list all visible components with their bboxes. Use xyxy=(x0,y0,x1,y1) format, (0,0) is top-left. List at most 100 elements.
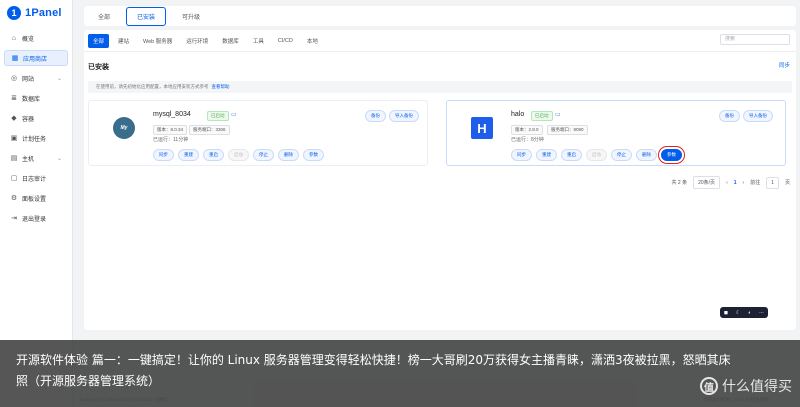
tab-installed[interactable]: 已安装 xyxy=(126,6,167,26)
sidebar-item-label: 主机 xyxy=(22,156,35,163)
tab-all[interactable]: 全部 xyxy=(88,8,120,25)
moon-icon[interactable]: ☾ xyxy=(736,310,740,316)
sidebar-item-label: 概览 xyxy=(22,36,35,43)
mysql-logo-icon: My xyxy=(113,117,135,139)
watermark-text: 什么值得买 xyxy=(722,379,792,395)
sidebar-item-label: 退出登录 xyxy=(22,216,47,223)
sidebar-item-label: 应用商店 xyxy=(23,56,48,63)
sidebar-item-label: 面板设置 xyxy=(22,196,47,203)
next-page-button[interactable]: › xyxy=(743,180,745,186)
version-tag: 版本：8.0.34 xyxy=(153,125,188,135)
goto-input[interactable]: 1 xyxy=(766,176,779,189)
brand-logo[interactable]: 1 1Panel xyxy=(0,0,72,26)
sidebar-item-logout[interactable]: ⇥ 退出登录 xyxy=(4,210,68,226)
category-database[interactable]: 数据库 xyxy=(217,34,244,48)
sidebar-item-cron[interactable]: ▣ 计划任务 xyxy=(4,130,68,146)
tab-upgradable[interactable]: 可升级 xyxy=(172,8,210,25)
halo-logo-icon: H xyxy=(471,117,493,139)
start-button[interactable]: 启动 xyxy=(228,149,249,161)
restart-button[interactable]: 重启 xyxy=(203,149,224,161)
sidebar-item-settings[interactable]: ⚙ 面板设置 xyxy=(4,190,68,206)
folder-icon[interactable]: ▭ xyxy=(231,111,237,118)
sidebar-item-label: 容器 xyxy=(22,116,35,123)
delete-button[interactable]: 删除 xyxy=(278,149,299,161)
category-local[interactable]: 本地 xyxy=(302,34,323,48)
prev-page-button[interactable]: ‹ xyxy=(726,180,728,186)
pagination: 共 2 条 20条/页 ‹ 1 › 前往 1 页 xyxy=(672,176,790,189)
category-website[interactable]: 建站 xyxy=(113,34,134,48)
page-size-select[interactable]: 20条/页 xyxy=(693,176,721,189)
backup-button[interactable]: 备份 xyxy=(365,110,386,122)
sync-action-button[interactable]: 同步 xyxy=(153,149,174,161)
logo-icon: 1 xyxy=(7,6,21,20)
home-icon: ⌂ xyxy=(11,34,17,42)
category-filter: 全部 建站 Web 服务器 运行环境 数据库 工具 CI/CD 本地 xyxy=(88,34,323,48)
runtime-text: 已运行：11分钟 xyxy=(153,137,189,143)
app-name: halo xyxy=(511,111,525,118)
goto-label: 前往 xyxy=(750,180,761,186)
category-runtime[interactable]: 运行环境 xyxy=(181,34,213,48)
params-button[interactable]: 参数 xyxy=(303,149,324,161)
category-cicd[interactable]: CI/CD xyxy=(273,35,298,47)
stop-button[interactable]: 停止 xyxy=(253,149,274,161)
installed-apps-panel: 全部 建站 Web 服务器 运行环境 数据库 工具 CI/CD 本地 搜索 已安… xyxy=(84,30,796,330)
top-tabs: 全部 已安装 可升级 xyxy=(84,6,796,26)
import-backup-button[interactable]: 导入备份 xyxy=(389,110,419,122)
category-tools[interactable]: 工具 xyxy=(248,34,269,48)
app-name: mysql_8034 xyxy=(153,111,191,118)
sidebar-item-label: 日志审计 xyxy=(22,176,47,183)
site-watermark: 值 什么值得买 xyxy=(700,376,792,396)
theme-icon[interactable]: ◐ xyxy=(748,310,751,316)
chevron-down-icon: ⌄ xyxy=(56,155,62,162)
logout-icon: ⇥ xyxy=(11,215,17,222)
more-icon[interactable]: ⋯ xyxy=(759,310,764,316)
help-link[interactable]: 查看帮助 xyxy=(212,84,230,89)
start-button[interactable]: 启动 xyxy=(586,149,607,161)
notice-banner: 在使用前，请先初始化应用配置，本地应用安装方式参考 查看帮助 xyxy=(88,81,792,93)
settings-icon: ⚙ xyxy=(10,195,18,202)
category-web-server[interactable]: Web 服务器 xyxy=(138,34,177,48)
host-icon: ▤ xyxy=(10,155,18,162)
sidebar-item-label: 数据库 xyxy=(22,96,41,103)
port-tag: 服务端口：8090 xyxy=(547,125,588,135)
sidebar-item-database[interactable]: ≣ 数据库 xyxy=(4,90,68,106)
restart-button[interactable]: 重启 xyxy=(561,149,582,161)
rebuild-button[interactable]: 重建 xyxy=(178,149,199,161)
sync-action-button[interactable]: 同步 xyxy=(511,149,532,161)
stop-button[interactable]: 停止 xyxy=(611,149,632,161)
total-count: 共 2 条 xyxy=(671,180,688,186)
page-unit: 页 xyxy=(784,180,790,186)
notice-text: 在使用前，请先初始化应用配置，本地应用安装方式参考 xyxy=(96,84,209,89)
sync-button[interactable]: 同步 xyxy=(779,61,790,69)
runtime-text: 已运行：8分钟 xyxy=(511,137,544,143)
sidebar-item-container[interactable]: ◆ 容器 xyxy=(4,110,68,126)
category-all[interactable]: 全部 xyxy=(88,34,110,48)
import-backup-button[interactable]: 导入备份 xyxy=(743,110,773,122)
backup-button[interactable]: 备份 xyxy=(719,110,740,122)
port-tag: 服务端口：3306 xyxy=(189,125,230,135)
sidebar-item-logs[interactable]: ▢ 日志审计 xyxy=(4,170,68,186)
section-title: 已安装 xyxy=(88,64,109,71)
floating-toolbar: ◼ ☾ ◐ ⋯ xyxy=(720,307,768,318)
app-card-mysql: My mysql_8034 已启动 ▭ 备份 导入备份 版本：8.0.34 服务… xyxy=(88,100,428,166)
watermark-logo-icon: 值 xyxy=(700,377,718,395)
brand-name: 1Panel xyxy=(25,7,62,19)
sidebar-item-label: 计划任务 xyxy=(22,136,47,143)
delete-button[interactable]: 删除 xyxy=(636,149,657,161)
sidebar-item-overview[interactable]: ⌂ 概览 xyxy=(4,30,68,46)
screen-icon[interactable]: ◼ xyxy=(724,310,728,316)
app-actions: 同步 重建 重启 启动 停止 删除 参数 xyxy=(511,146,685,164)
app-actions: 同步 重建 重启 启动 停止 删除 参数 xyxy=(153,149,324,161)
log-icon: ▢ xyxy=(10,175,18,182)
page-number[interactable]: 1 xyxy=(734,180,737,186)
search-input[interactable]: 搜索 xyxy=(720,34,790,45)
sidebar-item-app-store[interactable]: ▦ 应用商店 xyxy=(4,50,68,66)
params-button[interactable]: 参数 xyxy=(658,146,685,164)
article-caption: 开源软件体验 篇一：一键搞定！让你的 Linux 服务器管理变得轻松快捷！榜一大… xyxy=(16,353,731,388)
grid-icon: ▦ xyxy=(11,55,19,62)
rebuild-button[interactable]: 重建 xyxy=(536,149,557,161)
folder-icon[interactable]: ▭ xyxy=(555,111,561,118)
sidebar-item-website[interactable]: ◎ 网站 ⌄ xyxy=(4,70,68,86)
chevron-down-icon: ⌄ xyxy=(56,75,62,82)
sidebar-item-host[interactable]: ▤ 主机 ⌄ xyxy=(4,150,68,166)
